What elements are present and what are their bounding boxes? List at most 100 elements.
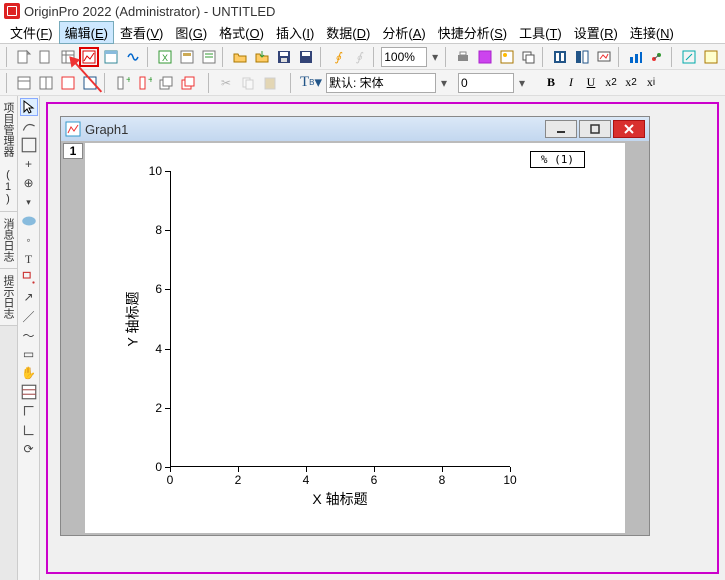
column-icon[interactable]	[58, 73, 78, 93]
x-axis[interactable]	[170, 466, 510, 467]
new-excel-icon[interactable]: X	[155, 47, 175, 67]
menu-o[interactable]: 格式(O)	[213, 21, 270, 44]
y-axis-title[interactable]: Y 轴标题	[122, 292, 142, 347]
side-tab-project-explorer[interactable]: 项目管理器 (1)	[0, 96, 17, 212]
bold-button[interactable]: B	[542, 74, 560, 92]
subscript-button[interactable]: x2	[622, 74, 640, 92]
new-graph-icon[interactable]	[79, 47, 99, 67]
region-icon[interactable]	[20, 212, 38, 230]
pointer-tool-icon[interactable]	[20, 98, 38, 116]
text-icon[interactable]: T	[20, 250, 38, 268]
legend[interactable]: % (1)	[530, 151, 585, 168]
mask-icon[interactable]: ◦	[20, 231, 38, 249]
save-template-icon[interactable]	[252, 47, 272, 67]
open-icon[interactable]	[230, 47, 250, 67]
menu-n[interactable]: 连接(N)	[624, 21, 680, 44]
import-wizard-icon[interactable]	[550, 47, 570, 67]
worksheet-icon[interactable]	[14, 73, 34, 93]
add-column-icon[interactable]: +	[112, 73, 132, 93]
new-project-icon[interactable]	[14, 47, 34, 67]
plot-surface[interactable]: % (1) Y 轴标题 X 轴标题 02468100246810	[85, 143, 625, 533]
menu-d[interactable]: 数据(D)	[320, 21, 376, 44]
matrix-icon[interactable]	[36, 73, 56, 93]
mdi-canvas: Graph1 1 % (1) Y 轴标题 X 轴标题 0246810024	[40, 96, 725, 580]
cut-icon[interactable]: ✂	[216, 73, 236, 93]
new-notes-icon[interactable]	[199, 47, 219, 67]
screen-reader-icon[interactable]: ⊕	[20, 174, 38, 192]
add-col-2-icon[interactable]: +	[134, 73, 154, 93]
minimize-button[interactable]	[545, 120, 577, 138]
x-tick-label: 2	[223, 467, 253, 487]
arrow-tool-icon[interactable]: ↗	[20, 288, 38, 306]
copy-graph-icon[interactable]	[497, 47, 517, 67]
y-tick-label: 4	[140, 342, 170, 356]
insert-data-icon[interactable]	[20, 402, 38, 420]
text-tool-icon[interactable]: TB▾	[298, 73, 324, 93]
rescale-icon[interactable]	[679, 47, 699, 67]
menu-i[interactable]: 插入(I)	[270, 21, 320, 44]
layer-tab[interactable]: 1	[63, 143, 83, 159]
menu-r[interactable]: 设置(R)	[568, 21, 624, 44]
gallery-icon[interactable]	[701, 47, 721, 67]
italic-button[interactable]: I	[562, 74, 580, 92]
hand-tool-icon[interactable]: ✋	[20, 364, 38, 382]
y-axis[interactable]	[170, 171, 171, 467]
new-folder-icon[interactable]	[36, 47, 56, 67]
save-project-icon[interactable]	[296, 47, 316, 67]
save-icon[interactable]	[274, 47, 294, 67]
new-matrix-icon[interactable]	[101, 47, 121, 67]
zoom-dropdown-icon[interactable]: ▾	[429, 47, 441, 67]
line-tool-icon[interactable]: ／	[20, 307, 38, 325]
lock-icon[interactable]: ∮	[349, 47, 369, 67]
copy-icon[interactable]	[238, 73, 258, 93]
zoom-tool-icon[interactable]	[20, 136, 38, 154]
graph-window-body: 1 % (1) Y 轴标题 X 轴标题 02468100246810	[61, 141, 649, 535]
insert-graph-icon[interactable]	[20, 421, 38, 439]
menu-t[interactable]: 工具(T)	[513, 21, 568, 44]
menu-v[interactable]: 查看(V)	[114, 21, 169, 44]
import-single-icon[interactable]	[572, 47, 592, 67]
rescale-tool-icon[interactable]	[20, 383, 38, 401]
layers-hl-icon[interactable]	[178, 73, 198, 93]
new-2d-icon[interactable]	[626, 47, 646, 67]
layers-icon[interactable]	[156, 73, 176, 93]
recalc-icon[interactable]: ∮	[328, 47, 348, 67]
copy-page-icon[interactable]	[475, 47, 495, 67]
menu-s[interactable]: 快捷分析(S)	[432, 21, 513, 44]
duplicate-icon[interactable]	[519, 47, 539, 67]
plot-area[interactable]: Y 轴标题 X 轴标题 02468100246810	[170, 171, 510, 467]
side-tab-message-log[interactable]: 消息日志	[0, 212, 17, 269]
close-button[interactable]	[613, 120, 645, 138]
new-function-icon[interactable]	[123, 47, 143, 67]
graph-window-titlebar[interactable]: Graph1	[61, 117, 649, 141]
curve-tool-icon[interactable]: 〜	[20, 326, 38, 344]
rect-tool-icon[interactable]: ▭	[20, 345, 38, 363]
menu-a[interactable]: 分析(A)	[376, 21, 431, 44]
supersub-button[interactable]: xi	[642, 74, 660, 92]
superscript-button[interactable]: x2	[602, 74, 620, 92]
data-reader-icon[interactable]: +	[20, 155, 38, 173]
new-3d-icon[interactable]	[648, 47, 668, 67]
slideshow-icon[interactable]	[594, 47, 614, 67]
x-axis-title[interactable]: X 轴标题	[312, 489, 367, 509]
rotate-icon[interactable]: ⟳	[20, 440, 38, 458]
font-select[interactable]	[326, 73, 436, 93]
menu-g[interactable]: 图(G)	[169, 21, 213, 44]
paste-icon[interactable]	[260, 73, 280, 93]
menu-f[interactable]: 文件(F)	[4, 21, 59, 44]
zoom-input[interactable]	[381, 47, 427, 67]
side-tab-hints-log[interactable]: 提示日志	[0, 269, 17, 326]
font-size-input[interactable]	[458, 73, 514, 93]
print-icon[interactable]	[453, 47, 473, 67]
font-dropdown-icon[interactable]: ▾	[438, 73, 450, 93]
standard-toolbar: X ∮ ∮ ▾	[0, 44, 725, 70]
maximize-button[interactable]	[579, 120, 611, 138]
font-size-dropdown-icon[interactable]: ▾	[516, 73, 528, 93]
menu-e[interactable]: 编辑(E)	[59, 21, 114, 44]
draw-data-icon[interactable]	[20, 117, 38, 135]
data-selector-icon[interactable]: ▾	[20, 193, 38, 211]
underline-button[interactable]: U	[582, 74, 600, 92]
annotation-icon[interactable]	[20, 269, 38, 287]
new-layout-icon[interactable]	[177, 47, 197, 67]
graph-window[interactable]: Graph1 1 % (1) Y 轴标题 X 轴标题 0246810024	[60, 116, 650, 536]
